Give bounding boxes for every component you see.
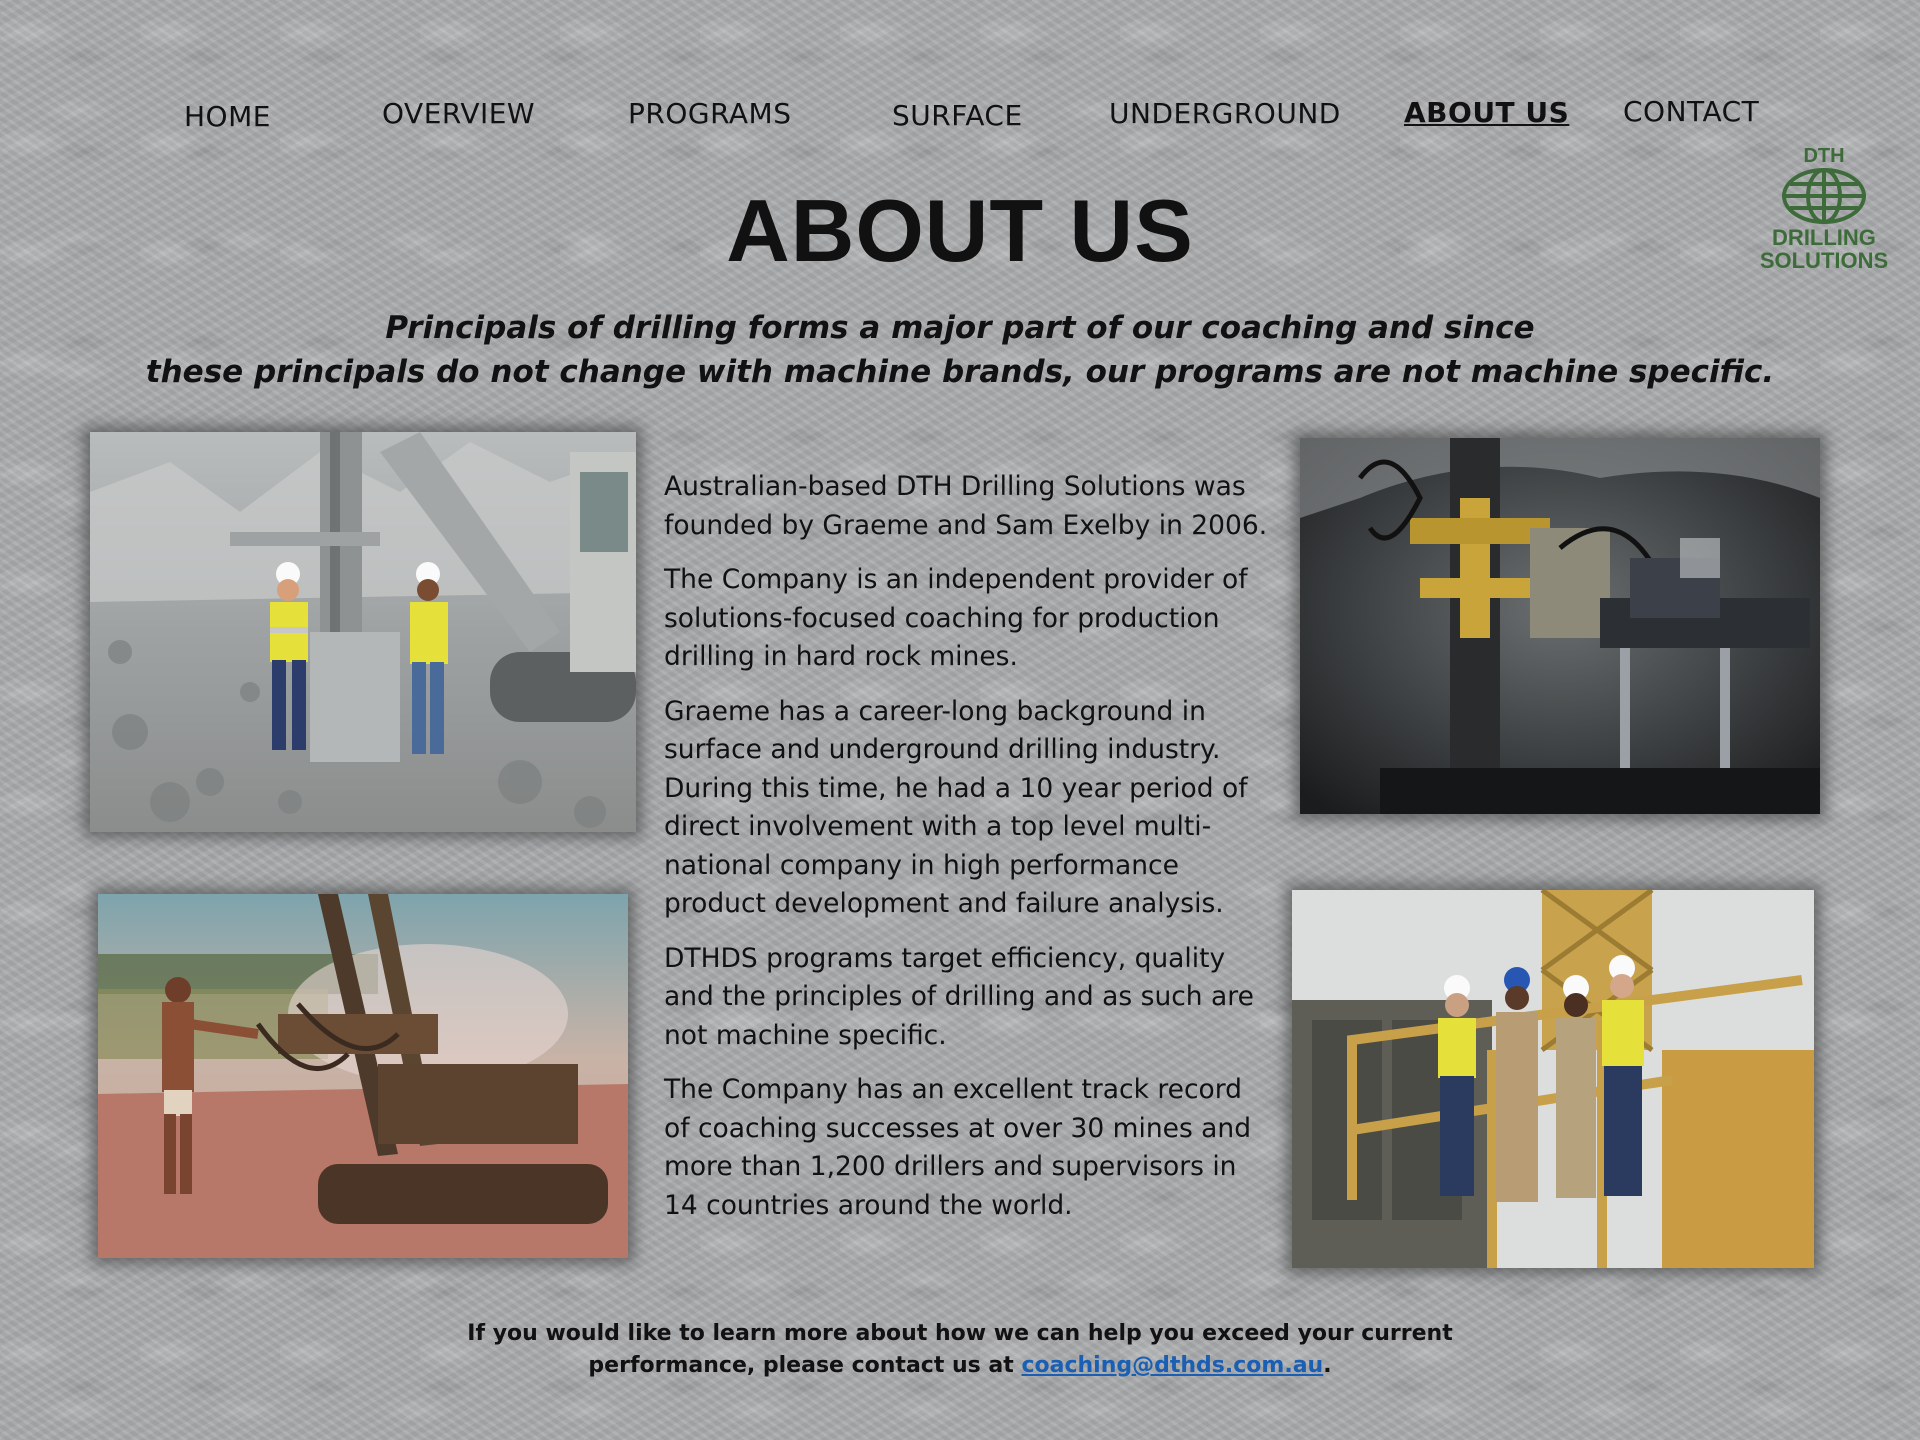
nav-about-us[interactable]: ABOUT US <box>1404 96 1569 129</box>
photo-underground-rig <box>1300 438 1820 814</box>
photo-surface-rig-workers-image <box>90 432 636 832</box>
contact-cta-line-1: If you would like to learn more about ho… <box>467 1321 1453 1346</box>
nav-surface[interactable]: SURFACE <box>892 99 1023 132</box>
page-title: ABOUT US <box>726 181 1194 280</box>
photo-crew-on-rig-image <box>1292 890 1814 1268</box>
contact-cta: If you would like to learn more about ho… <box>0 1318 1920 1382</box>
paragraph-founding: Australian-based DTH Drilling Solutions … <box>664 471 1268 541</box>
nav-programs[interactable]: PROGRAMS <box>628 97 791 130</box>
about-body-copy: Australian-based DTH Drilling Solutions … <box>664 468 1274 1241</box>
paragraph-graeme-background: Graeme has a career-long background in s… <box>664 695 1248 920</box>
nav-contact[interactable]: CONTACT <box>1623 95 1759 128</box>
paragraph-programs: DTHDS programs target efficiency, qualit… <box>664 942 1254 1051</box>
nav-overview[interactable]: OVERVIEW <box>382 97 535 130</box>
contact-cta-suffix: . <box>1323 1353 1332 1378</box>
paragraph-company-overview: The Company is an independent provider o… <box>664 564 1248 672</box>
contact-cta-prefix: performance, please contact us at <box>588 1353 1014 1378</box>
photo-historic-drill <box>98 894 628 1258</box>
tagline-line-1: Principals of drilling forms a major par… <box>385 310 1535 346</box>
paragraph-track-record: The Company has an excellent track recor… <box>664 1074 1252 1221</box>
photo-crew-on-rig <box>1292 890 1814 1268</box>
nav-home[interactable]: HOME <box>184 100 271 133</box>
tagline-line-2: these principals do not change with mach… <box>145 354 1775 390</box>
photo-surface-rig-workers <box>90 432 636 832</box>
nav-underground[interactable]: UNDERGROUND <box>1109 97 1341 130</box>
photo-underground-rig-image <box>1300 438 1820 814</box>
photo-historic-drill-image <box>98 894 628 1258</box>
contact-email-link[interactable]: coaching@dthds.com.au <box>1021 1353 1323 1378</box>
logo-dth-text: DTH <box>1803 145 1844 167</box>
contact-cta-line-2: performance, please contact us at coachi… <box>0 1350 1920 1382</box>
